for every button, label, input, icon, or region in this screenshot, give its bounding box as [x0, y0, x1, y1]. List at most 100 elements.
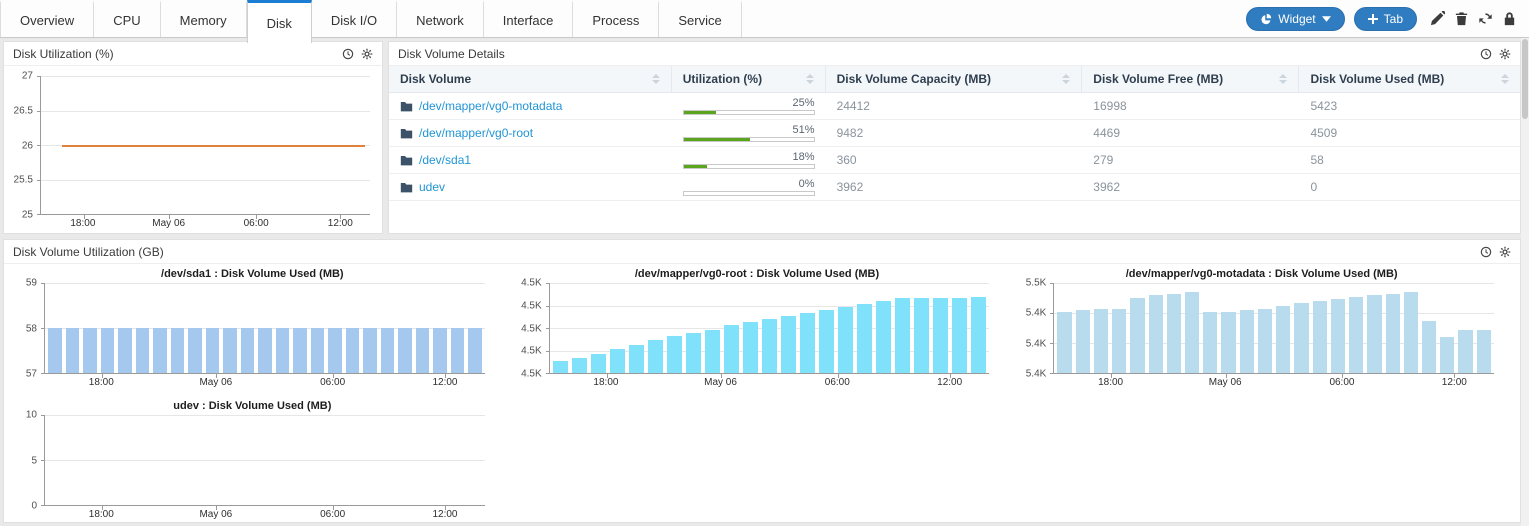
column-header-disk-volume-used-mb[interactable]: Disk Volume Used (MB)	[1299, 66, 1520, 92]
bar	[1112, 308, 1127, 373]
history-clock-icon[interactable]	[1480, 48, 1492, 60]
y-axis-label: 25	[21, 209, 33, 221]
gear-icon[interactable]	[361, 48, 373, 60]
volume-link[interactable]: /dev/mapper/vg0-root	[419, 126, 533, 140]
widget-button[interactable]: Widget	[1246, 6, 1345, 31]
capacity-cell: 360	[836, 153, 857, 167]
bar	[609, 349, 625, 373]
column-header-disk-volume-capacity-mb[interactable]: Disk Volume Capacity (MB)	[826, 66, 1083, 92]
dashboard-content: Disk Utilization (%) 27 26.5 26 25.5 25 18:00…	[0, 38, 1521, 526]
edit-pencil-icon[interactable]	[1430, 11, 1445, 26]
gridline	[45, 415, 485, 416]
tab-overview[interactable]: Overview	[0, 0, 95, 37]
gridline	[41, 110, 370, 112]
bar	[1458, 329, 1473, 373]
y-tick	[37, 76, 41, 77]
bar	[363, 328, 377, 373]
tab-disk-i-o[interactable]: Disk I/O	[311, 0, 398, 37]
volume-link[interactable]: /dev/mapper/vg0-motadata	[419, 99, 562, 113]
y-axis-label: 4.5K	[521, 345, 542, 357]
volume-link[interactable]: /dev/sda1	[419, 153, 471, 167]
utilization-value: 25%	[792, 97, 815, 109]
bar	[100, 328, 114, 373]
bar	[1093, 308, 1109, 373]
disk-utilization-panel: Disk Utilization (%) 27 26.5 26 25.5 25 18:00…	[3, 41, 383, 234]
x-axis-label: 06:00	[824, 377, 850, 388]
tab-service[interactable]: Service	[659, 0, 742, 37]
sort-icon	[1495, 74, 1509, 84]
y-tick	[37, 110, 41, 112]
bar	[65, 328, 79, 373]
refresh-icon[interactable]	[1478, 11, 1493, 26]
x-axis-label: 06:00	[320, 377, 346, 388]
bar	[895, 298, 911, 373]
bar	[876, 301, 892, 373]
x-axis-label: 06:00	[1329, 377, 1355, 388]
volume-cell: udev	[389, 180, 672, 194]
disk-volume-utilization-panel: Disk Volume Utilization (GB) /dev/sda1 :…	[3, 239, 1521, 523]
bar	[433, 328, 447, 373]
chart-title: udev : Disk Volume Used (MB)	[173, 400, 332, 412]
y-tick	[545, 305, 550, 307]
bar	[1367, 295, 1382, 373]
sort-icon	[800, 74, 814, 84]
tab-network[interactable]: Network	[397, 0, 484, 37]
x-axis: 18:00 May 06 06:00 12:00	[44, 506, 485, 522]
y-axis-label: 5.4K	[1025, 338, 1047, 350]
bar	[571, 358, 587, 373]
tab-disk[interactable]: Disk	[246, 0, 312, 43]
capacity-cell: 9482	[836, 126, 864, 140]
utilization-bar	[682, 109, 815, 115]
tab-interface[interactable]: Interface	[483, 0, 574, 37]
x-axis: 18:00 May 06 06:00 12:00	[40, 215, 370, 231]
used-cell: 5423	[1310, 99, 1338, 113]
bar	[781, 316, 797, 373]
vg0-root-used-chart: /dev/mapper/vg0-root : Disk Volume Used …	[515, 268, 1000, 390]
bar	[1312, 301, 1327, 373]
gear-icon[interactable]	[1499, 246, 1511, 258]
disk-volume-details-panel: Disk Volume Details Disk Volume Utilizati…	[388, 41, 1521, 234]
bar	[48, 328, 62, 373]
bar	[742, 322, 758, 373]
bar	[258, 328, 272, 373]
bar	[1203, 311, 1218, 373]
column-header-disk-volume[interactable]: Disk Volume	[389, 66, 672, 92]
bar	[1294, 303, 1309, 373]
scrollbar-thumb[interactable]	[1522, 39, 1528, 119]
bar	[1130, 298, 1145, 373]
lock-icon[interactable]	[1502, 11, 1517, 26]
table-row: /dev/mapper/vg0-root 51% 9482 4469 4509	[389, 120, 1520, 147]
tab-cpu[interactable]: CPU	[94, 0, 161, 37]
y-tick	[1050, 283, 1055, 284]
column-label: Disk Volume Used (MB)	[1310, 72, 1445, 86]
x-axis-label: 06:00	[243, 218, 269, 229]
column-label: Disk Volume	[400, 72, 472, 86]
y-axis-label: 27	[21, 70, 33, 82]
history-clock-icon[interactable]	[342, 48, 354, 60]
y-axis-label: 4.5K	[521, 368, 542, 380]
column-header-utilization[interactable]: Utilization (%)	[672, 66, 826, 92]
y-axis: 4.5K 4.5K 4.5K 4.5K 4.5K	[515, 278, 549, 380]
trash-icon[interactable]	[1454, 11, 1469, 26]
add-tab-button[interactable]: Tab	[1353, 6, 1417, 31]
x-axis: 18:00 May 06 06:00 12:00	[549, 374, 990, 390]
bar	[380, 328, 394, 373]
x-axis-label: 18:00	[88, 509, 114, 520]
tab-memory[interactable]: Memory	[160, 0, 247, 37]
x-axis-label: 12:00	[432, 509, 458, 520]
table-body: /dev/mapper/vg0-motadata 25% 24412 16998 542…	[389, 93, 1520, 201]
history-clock-icon[interactable]	[1480, 246, 1492, 258]
line-series	[62, 145, 366, 147]
volume-link[interactable]: udev	[419, 180, 445, 194]
tab-process[interactable]: Process	[573, 0, 660, 37]
y-tick	[41, 460, 45, 461]
y-axis-label: 59	[25, 277, 37, 289]
column-header-disk-volume-free-mb[interactable]: Disk Volume Free (MB)	[1082, 66, 1300, 92]
bar-series	[1057, 283, 1491, 373]
bar	[952, 298, 968, 373]
panel-title: Disk Volume Details	[398, 46, 505, 61]
bar	[345, 328, 359, 373]
gear-icon[interactable]	[1499, 48, 1511, 60]
utilization-cell: 51%	[672, 125, 826, 142]
x-axis-label: 12:00	[327, 218, 353, 229]
